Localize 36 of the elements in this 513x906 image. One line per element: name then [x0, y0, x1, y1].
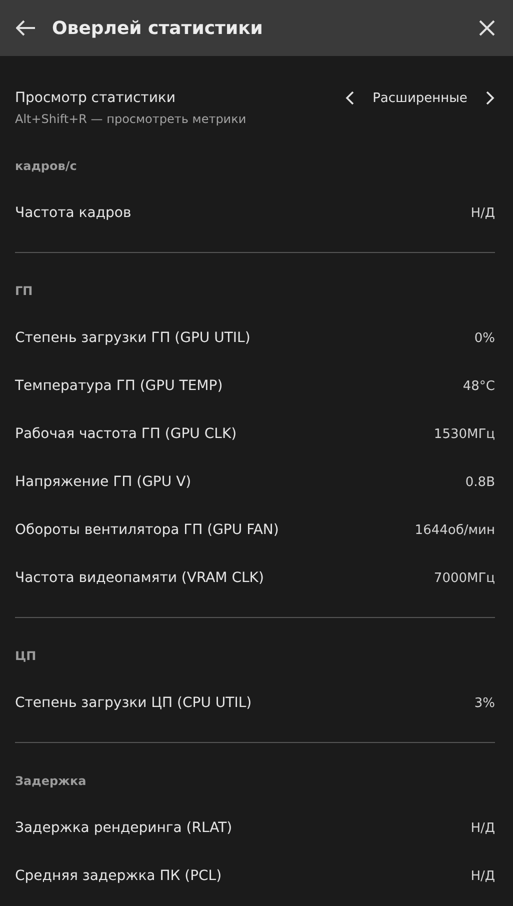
metric-label: Степень загрузки ЦП (CPU UTIL) — [15, 695, 253, 711]
chevron-right-icon — [485, 91, 495, 105]
metric-value: 7000МГц — [434, 570, 495, 586]
section-heading: кадров/с — [15, 159, 77, 173]
metric-label: Степень загрузки ГП (GPU UTIL) — [15, 330, 252, 346]
metric-label: Температура ГП (GPU TEMP) — [15, 378, 224, 394]
metric-value: 48°C — [462, 378, 495, 394]
metric-label: Рабочая частота ГП (GPU CLK) — [15, 426, 238, 442]
section-heading: ГП — [15, 284, 33, 298]
stats-view-value: Расширенные — [372, 90, 468, 106]
metric-value: Н/Д — [470, 206, 495, 220]
metric-label: Обороты вентилятора ГП (GPU FAN) — [15, 522, 280, 538]
metric-value: Н/Д — [470, 868, 495, 884]
metric-label: Напряжение ГП (GPU V) — [15, 474, 192, 490]
metric-value: 0.8В — [465, 474, 495, 490]
metric-value: 3% — [474, 696, 495, 710]
back-button[interactable] — [16, 20, 36, 36]
close-button[interactable] — [479, 20, 495, 36]
metric-label: Частота видеопамяти (VRAM CLK) — [15, 570, 265, 586]
chevron-left-icon — [345, 91, 355, 105]
metric-label: Средняя задержка ПК (PCL) — [15, 868, 223, 884]
shortcut-hint: Alt+Shift+R — просмотреть метрики — [15, 111, 248, 128]
next-button[interactable] — [485, 91, 495, 105]
back-arrow-icon — [16, 20, 36, 36]
previous-button[interactable] — [345, 91, 355, 105]
window-title: Оверлей статистики — [52, 18, 264, 38]
metric-value: 0% — [474, 330, 495, 346]
section-heading: Задержка — [15, 774, 86, 788]
metric-label: Задержка рендеринга (RLAT) — [15, 820, 234, 836]
metric-value: 1644об/мин — [414, 522, 495, 538]
metric-label: Частота кадров — [15, 205, 132, 221]
section-heading: ЦП — [15, 649, 36, 663]
close-icon — [479, 20, 495, 36]
metric-value: 1530МГц — [434, 426, 495, 442]
stats-view-label: Просмотр статистики — [15, 90, 176, 106]
metric-value: Н/Д — [470, 820, 495, 836]
